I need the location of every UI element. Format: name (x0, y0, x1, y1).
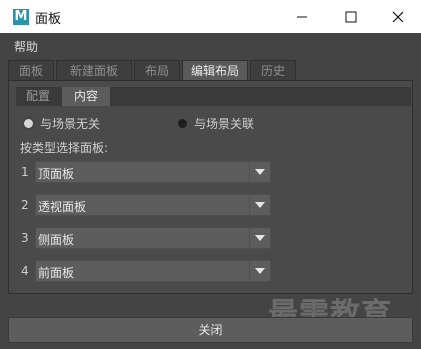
radio-label: 与场景无关 (40, 116, 101, 131)
panel-select-4[interactable]: 前面板 (35, 260, 271, 282)
menu-help[interactable]: 帮助 (14, 38, 38, 55)
tab-layout[interactable]: 布局 (134, 60, 180, 80)
sub-tab-strip: 配置 内容 (16, 87, 411, 106)
chevron-down-icon (249, 162, 270, 182)
window-title: 面板 (35, 12, 62, 27)
panel-select-3[interactable]: 侧面板 (35, 227, 271, 249)
minimize-icon (297, 16, 307, 17)
app-icon: M (13, 9, 29, 25)
tab-panels[interactable]: 面板 (8, 60, 54, 80)
tab-new-panel[interactable]: 新建面板 (56, 60, 132, 80)
select-value: 侧面板 (38, 233, 75, 247)
close-window-button[interactable] (375, 0, 421, 33)
close-icon (392, 11, 404, 22)
select-by-type-label: 按类型选择面板: (20, 141, 109, 155)
subtab-config[interactable]: 配置 (16, 87, 60, 106)
select-value: 顶面板 (38, 167, 75, 181)
panel-select-1[interactable]: 顶面板 (35, 161, 271, 183)
radio-scene-independent[interactable]: 与场景无关 (24, 115, 100, 131)
row-number: 4 (21, 264, 29, 278)
maximize-button[interactable] (328, 0, 374, 33)
title-bar: M 面板 (0, 0, 421, 34)
menu-bar: 帮助 (0, 33, 421, 57)
main-tab-strip: 面板 新建面板 布局 编辑布局 历史 (8, 60, 413, 80)
chevron-down-icon (249, 261, 270, 281)
radio-unchecked-icon (178, 118, 187, 128)
maximize-icon (345, 11, 357, 22)
radio-label: 与场景关联 (194, 116, 255, 131)
row-number: 2 (21, 198, 29, 212)
minimize-button[interactable] (279, 0, 325, 33)
tab-edit-layout[interactable]: 编辑布局 (182, 60, 248, 80)
panel-select-2[interactable]: 透视面板 (35, 194, 271, 216)
chevron-down-icon (249, 195, 270, 215)
tab-history[interactable]: 历史 (250, 60, 296, 80)
select-value: 透视面板 (38, 200, 87, 214)
chevron-down-icon (249, 228, 270, 248)
radio-scene-linked[interactable]: 与场景关联 (178, 115, 254, 131)
subtab-content[interactable]: 内容 (62, 87, 110, 106)
close-button[interactable]: 关闭 (8, 317, 413, 343)
row-number: 1 (21, 165, 29, 179)
radio-checked-icon (24, 118, 33, 128)
row-number: 3 (21, 231, 29, 245)
select-value: 前面板 (38, 266, 75, 280)
